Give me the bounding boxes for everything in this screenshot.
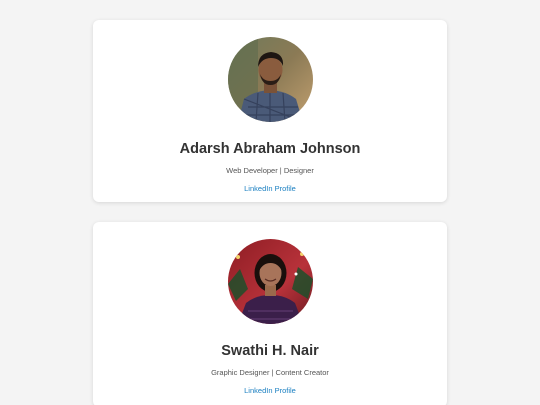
- linkedin-profile-link[interactable]: LinkedIn Profile: [93, 184, 447, 194]
- avatar-image-swathi: [228, 239, 313, 324]
- profile-role: Graphic Designer | Content Creator: [211, 368, 329, 377]
- profile-page: Adarsh Abraham Johnson Web Developer | D…: [0, 0, 540, 405]
- profile-name: Adarsh Abraham Johnson: [179, 141, 361, 157]
- profile-card: Swathi H. Nair Graphic Designer | Conten…: [93, 222, 447, 405]
- profile-role: Web Developer | Designer: [226, 166, 314, 175]
- profile-name: Swathi H. Nair: [221, 343, 319, 359]
- profile-photo: [228, 37, 313, 122]
- avatar-image-adarsh: [228, 37, 313, 122]
- linkedin-profile-link[interactable]: LinkedIn Profile: [93, 386, 447, 396]
- profile-card: Adarsh Abraham Johnson Web Developer | D…: [93, 20, 447, 202]
- profile-photo: [228, 239, 313, 324]
